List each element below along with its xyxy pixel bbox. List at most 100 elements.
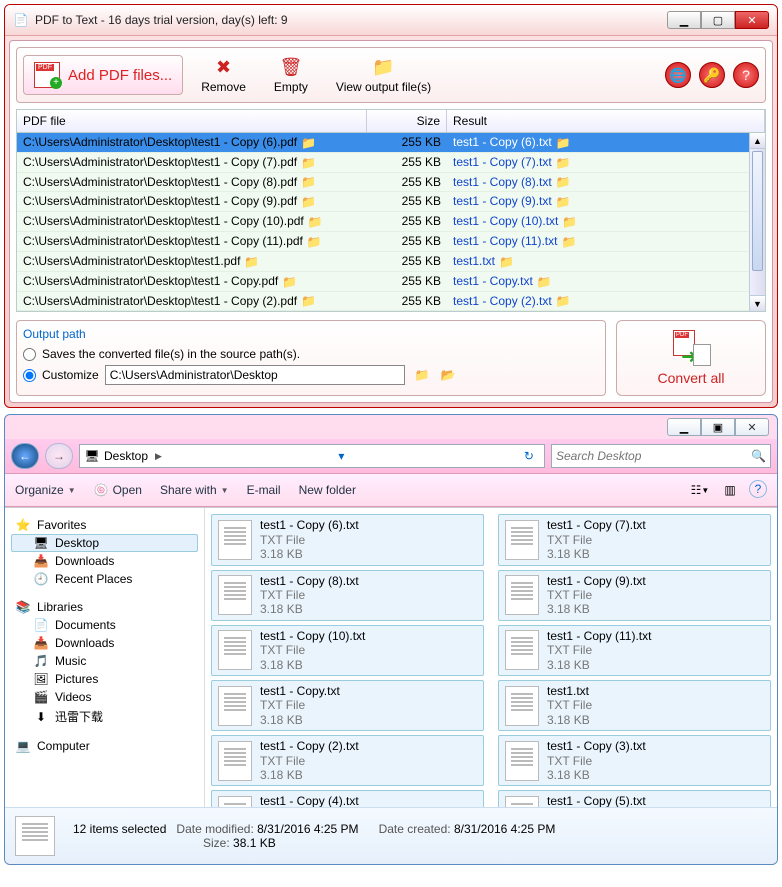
row-folder-icon[interactable]: 📁 [301,195,317,209]
scroll-thumb[interactable] [752,151,763,271]
cell-result: test1 - Copy (9).txt📁 [447,192,765,211]
explorer-titlebar[interactable]: ▁ ▣ ✕ [5,415,777,439]
row-result-folder-icon[interactable]: 📁 [537,275,553,289]
table-row[interactable]: C:\Users\Administrator\Desktop\test1 - C… [17,292,765,312]
file-tile[interactable]: test1 - Copy (10).txtTXT File3.18 KB [211,625,484,676]
sidebar-item-recent[interactable]: 🕘Recent Places [11,570,198,588]
table-row[interactable]: C:\Users\Administrator\Desktop\test1 - C… [17,133,765,153]
file-tile[interactable]: test1 - Copy (6).txtTXT File3.18 KB [211,514,484,565]
sidebar-item-desktop[interactable]: 🖥Desktop [11,534,198,552]
table-row[interactable]: C:\Users\Administrator\Desktop\test1 - C… [17,212,765,232]
organize-menu[interactable]: Organize▼ [15,483,76,497]
remove-button[interactable]: ✖ Remove [191,54,256,96]
row-folder-icon[interactable]: 📁 [301,294,317,308]
row-folder-icon[interactable]: 📁 [307,235,323,249]
sidebar-item-videos[interactable]: 🎬Videos [11,688,198,706]
sidebar-item-downloads2[interactable]: 📥Downloads [11,634,198,652]
language-button[interactable]: 🌐 [665,62,691,88]
exp-maximize-button[interactable]: ▣ [701,418,735,436]
row-result-folder-icon[interactable]: 📁 [556,175,572,189]
table-row[interactable]: C:\Users\Administrator\Desktop\test1 - C… [17,192,765,212]
minimize-button[interactable]: ▁ [667,11,701,29]
maximize-button[interactable]: ▢ [701,11,735,29]
col-header-file[interactable]: PDF file [17,110,367,132]
file-tile[interactable]: test1 - Copy (7).txtTXT File3.18 KB [498,514,771,565]
file-tile[interactable]: test1 - Copy (5).txtTXT File3.18 KB [498,790,771,807]
open-folder-icon[interactable]: 📂 [441,368,457,382]
file-tile[interactable]: test1 - Copy (9).txtTXT File3.18 KB [498,570,771,621]
libraries-group[interactable]: 📚Libraries [11,598,198,616]
open-button[interactable]: 🍥Open [94,483,142,497]
back-button[interactable]: ← [11,443,39,469]
addr-dropdown-icon[interactable]: ▾ [332,449,350,463]
share-menu[interactable]: Share with▼ [160,483,229,497]
breadcrumb-dropdown-icon[interactable]: ▶ [152,451,165,462]
file-tile[interactable]: test1 - Copy (2).txtTXT File3.18 KB [211,735,484,786]
file-list[interactable]: test1 - Copy (6).txtTXT File3.18 KBtest1… [205,508,777,807]
help-button[interactable]: ? [733,62,759,88]
row-folder-icon[interactable]: 📁 [301,175,317,189]
sidebar-item-xunlei[interactable]: ⬇迅雷下载 [11,706,198,727]
address-bar[interactable]: 🖥 Desktop ▶ ▾ ↻ [79,444,545,468]
file-tile[interactable]: test1 - Copy (11).txtTXT File3.18 KB [498,625,771,676]
search-input[interactable] [556,449,751,463]
row-result-folder-icon[interactable]: 📁 [556,156,572,170]
scroll-down-arrow[interactable]: ▼ [750,295,765,311]
search-box[interactable]: 🔍 [551,444,771,468]
add-pdf-button[interactable]: Add PDF files... [23,55,183,95]
sidebar-item-music[interactable]: 🎵Music [11,652,198,670]
forward-button[interactable]: → [45,443,73,469]
table-row[interactable]: C:\Users\Administrator\Desktop\test1.pdf… [17,252,765,272]
row-result-folder-icon[interactable]: 📁 [499,255,515,269]
new-folder-button[interactable]: New folder [299,483,356,497]
convert-all-button[interactable]: ➜ Convert all [616,320,766,396]
row-result-folder-icon[interactable]: 📁 [556,195,572,209]
file-tile[interactable]: test1 - Copy (4).txtTXT File3.18 KB [211,790,484,807]
col-header-result[interactable]: Result [447,110,765,132]
row-folder-icon[interactable]: 📁 [282,275,298,289]
titlebar[interactable]: 📄 PDF to Text - 16 days trial version, d… [5,5,777,36]
file-tile[interactable]: test1 - Copy (3).txtTXT File3.18 KB [498,735,771,786]
favorites-group[interactable]: ⭐Favorites [11,516,198,534]
breadcrumb-desktop[interactable]: Desktop [100,449,152,463]
file-tile[interactable]: test1 - Copy (8).txtTXT File3.18 KB [211,570,484,621]
settings-button[interactable]: 🔑 [699,62,725,88]
file-tile[interactable]: test1.txtTXT File3.18 KB [498,680,771,731]
custom-path-input[interactable] [105,365,405,385]
email-button[interactable]: E-mail [247,483,281,497]
sidebar-item-pictures[interactable]: 🖼Pictures [11,670,198,688]
row-result-folder-icon[interactable]: 📁 [562,215,578,229]
col-header-size[interactable]: Size [367,110,447,132]
table-row[interactable]: C:\Users\Administrator\Desktop\test1 - C… [17,232,765,252]
table-row[interactable]: C:\Users\Administrator\Desktop\test1 - C… [17,173,765,193]
table-row[interactable]: C:\Users\Administrator\Desktop\test1 - C… [17,153,765,173]
table-row[interactable]: C:\Users\Administrator\Desktop\test1 - C… [17,272,765,292]
exp-close-button[interactable]: ✕ [735,418,769,436]
row-folder-icon[interactable]: 📁 [244,255,260,269]
row-result-folder-icon[interactable]: 📁 [556,136,572,150]
customize-radio[interactable] [23,369,36,382]
scrollbar[interactable]: ▲ ▼ [749,133,765,311]
sidebar-item-documents[interactable]: 📄Documents [11,616,198,634]
explorer-help-button[interactable]: ? [749,480,767,498]
row-folder-icon[interactable]: 📁 [308,215,324,229]
browse-folder-icon[interactable]: 📁 [415,368,431,382]
row-result-folder-icon[interactable]: 📁 [556,294,572,308]
save-source-radio[interactable] [23,348,36,361]
sidebar-item-downloads[interactable]: 📥Downloads [11,552,198,570]
desktop-icon: 🖥 [33,536,49,550]
search-icon[interactable]: 🔍 [751,449,766,463]
file-tile[interactable]: test1 - Copy.txtTXT File3.18 KB [211,680,484,731]
view-output-button[interactable]: 📁 View output file(s) [326,54,441,96]
preview-pane-button[interactable]: ▥ [719,480,741,500]
exp-minimize-button[interactable]: ▁ [667,418,701,436]
row-folder-icon[interactable]: 📁 [301,156,317,170]
refresh-icon[interactable]: ↻ [518,449,540,463]
view-options-button[interactable]: ☷ ▼ [689,480,711,500]
row-result-folder-icon[interactable]: 📁 [561,235,577,249]
row-folder-icon[interactable]: 📁 [301,136,317,150]
scroll-up-arrow[interactable]: ▲ [750,133,765,149]
computer-group[interactable]: 💻Computer [11,737,198,755]
empty-button[interactable]: 🗑 Empty [264,54,318,96]
close-button[interactable]: ✕ [735,11,769,29]
